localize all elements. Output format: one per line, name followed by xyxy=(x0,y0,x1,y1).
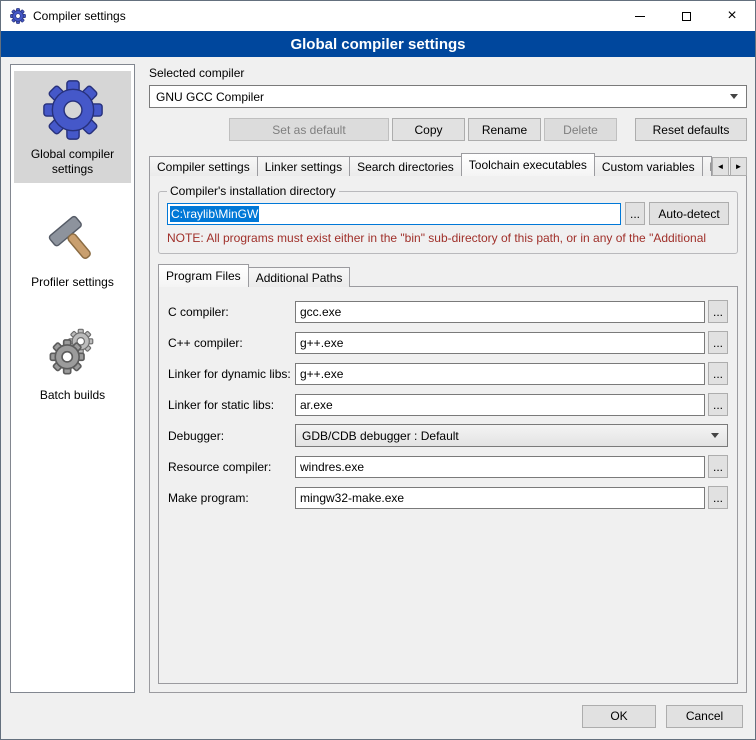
browse-install-dir-button[interactable]: ... xyxy=(625,202,645,225)
tab-scroll-right-button[interactable]: ► xyxy=(730,157,747,176)
tab-search-directories[interactable]: Search directories xyxy=(349,156,462,176)
installation-directory-value: C:\raylib\MinGW xyxy=(170,206,259,222)
settings-tabstrip: Compiler settings Linker settings Search… xyxy=(149,153,747,176)
app-gear-icon xyxy=(10,8,26,24)
c-compiler-row: C compiler: ... xyxy=(168,300,728,323)
compiler-settings-window: Compiler settings × Global compiler sett… xyxy=(0,0,756,740)
debugger-label: Debugger: xyxy=(168,429,295,443)
sidebar-item-batch-builds[interactable]: Batch builds xyxy=(14,312,131,409)
ok-button[interactable]: OK xyxy=(582,705,656,728)
tab-program-files[interactable]: Program Files xyxy=(158,264,249,287)
tab-toolchain-executables[interactable]: Toolchain executables xyxy=(461,153,595,176)
sidebar-item-profiler-settings[interactable]: Profiler settings xyxy=(14,199,131,296)
debugger-select[interactable]: GDB/CDB debugger : Default xyxy=(295,424,728,447)
program-files-panel: C compiler: ... C++ compiler: ... Linker… xyxy=(158,286,738,684)
resource-compiler-input[interactable] xyxy=(295,456,705,478)
auto-detect-button[interactable]: Auto-detect xyxy=(649,202,729,225)
compiler-select-value: GNU GCC Compiler xyxy=(156,90,264,104)
copy-button[interactable]: Copy xyxy=(392,118,465,141)
make-program-input[interactable] xyxy=(295,487,705,509)
reset-defaults-button[interactable]: Reset defaults xyxy=(635,118,747,141)
maximize-button[interactable] xyxy=(663,1,709,31)
minimize-icon xyxy=(635,16,645,17)
browse-static-linker-button[interactable]: ... xyxy=(708,393,728,416)
chevron-down-icon xyxy=(711,433,719,438)
tab-scroll-controls: ◄ ► xyxy=(712,157,747,176)
static-linker-row: Linker for static libs: ... xyxy=(168,393,728,416)
sidebar-item-label: Profiler settings xyxy=(31,275,114,290)
cpp-compiler-row: C++ compiler: ... xyxy=(168,331,728,354)
installation-directory-group: Compiler's installation directory C:\ray… xyxy=(158,184,738,254)
make-program-label: Make program: xyxy=(168,491,295,505)
installation-directory-row: C:\raylib\MinGW ... Auto-detect xyxy=(167,202,729,225)
titlebar: Compiler settings × xyxy=(1,1,755,31)
blue-gear-icon xyxy=(42,79,104,141)
sidebar-item-label: Global compiler settings xyxy=(16,147,129,177)
browse-resource-compiler-button[interactable]: ... xyxy=(708,455,728,478)
dynamic-linker-input[interactable] xyxy=(295,363,705,385)
program-files-tabstrip: Program Files Additional Paths xyxy=(158,264,738,287)
browse-c-compiler-button[interactable]: ... xyxy=(708,300,728,323)
settings-sidebar: Global compiler settings Profiler settin… xyxy=(10,64,135,693)
browse-dynamic-linker-button[interactable]: ... xyxy=(708,362,728,385)
toolchain-executables-panel: Compiler's installation directory C:\ray… xyxy=(149,175,747,693)
static-linker-input[interactable] xyxy=(295,394,705,416)
cpp-compiler-input[interactable] xyxy=(295,332,705,354)
main-panel: Selected compiler GNU GCC Compiler Set a… xyxy=(149,64,747,693)
sidebar-item-label: Batch builds xyxy=(40,388,105,403)
chevron-down-icon xyxy=(730,94,738,99)
installation-directory-input[interactable]: C:\raylib\MinGW xyxy=(167,203,621,225)
tab-build-options[interactable]: Build xyxy=(702,156,712,176)
gray-gears-icon xyxy=(42,320,104,382)
dynamic-linker-label: Linker for dynamic libs: xyxy=(168,367,295,381)
set-as-default-button: Set as default xyxy=(229,118,389,141)
make-program-row: Make program: ... xyxy=(168,486,728,509)
resource-compiler-label: Resource compiler: xyxy=(168,460,295,474)
debugger-select-value: GDB/CDB debugger : Default xyxy=(302,429,459,443)
window-title: Compiler settings xyxy=(33,9,126,23)
tab-linker-settings[interactable]: Linker settings xyxy=(257,156,350,176)
static-linker-label: Linker for static libs: xyxy=(168,398,295,412)
dialog-body: Global compiler settings Profiler settin… xyxy=(1,57,755,699)
rename-button[interactable]: Rename xyxy=(468,118,541,141)
installation-note: NOTE: All programs must exist either in … xyxy=(167,231,729,245)
c-compiler-input[interactable] xyxy=(295,301,705,323)
dynamic-linker-row: Linker for dynamic libs: ... xyxy=(168,362,728,385)
tab-scroll-left-button[interactable]: ◄ xyxy=(712,157,729,176)
c-compiler-label: C compiler: xyxy=(168,305,295,319)
browse-make-program-button[interactable]: ... xyxy=(708,486,728,509)
tab-additional-paths[interactable]: Additional Paths xyxy=(248,267,351,287)
dialog-footer: OK Cancel xyxy=(1,699,755,739)
installation-directory-legend: Compiler's installation directory xyxy=(167,184,339,198)
browse-cpp-compiler-button[interactable]: ... xyxy=(708,331,728,354)
tab-custom-variables[interactable]: Custom variables xyxy=(594,156,703,176)
compiler-select[interactable]: GNU GCC Compiler xyxy=(149,85,747,108)
debugger-row: Debugger: GDB/CDB debugger : Default xyxy=(168,424,728,447)
tab-compiler-settings[interactable]: Compiler settings xyxy=(149,156,258,176)
maximize-icon xyxy=(682,12,691,21)
compiler-actions: Set as default Copy Rename Delete Reset … xyxy=(149,118,747,141)
dialog-header: Global compiler settings xyxy=(1,31,755,57)
close-button[interactable]: × xyxy=(709,1,755,31)
selected-compiler-label: Selected compiler xyxy=(149,66,747,80)
minimize-button[interactable] xyxy=(617,1,663,31)
delete-button: Delete xyxy=(544,118,617,141)
sidebar-item-global-compiler-settings[interactable]: Global compiler settings xyxy=(14,71,131,183)
cpp-compiler-label: C++ compiler: xyxy=(168,336,295,350)
hammer-icon xyxy=(42,207,104,269)
cancel-button[interactable]: Cancel xyxy=(666,705,743,728)
resource-compiler-row: Resource compiler: ... xyxy=(168,455,728,478)
window-controls: × xyxy=(617,1,755,31)
